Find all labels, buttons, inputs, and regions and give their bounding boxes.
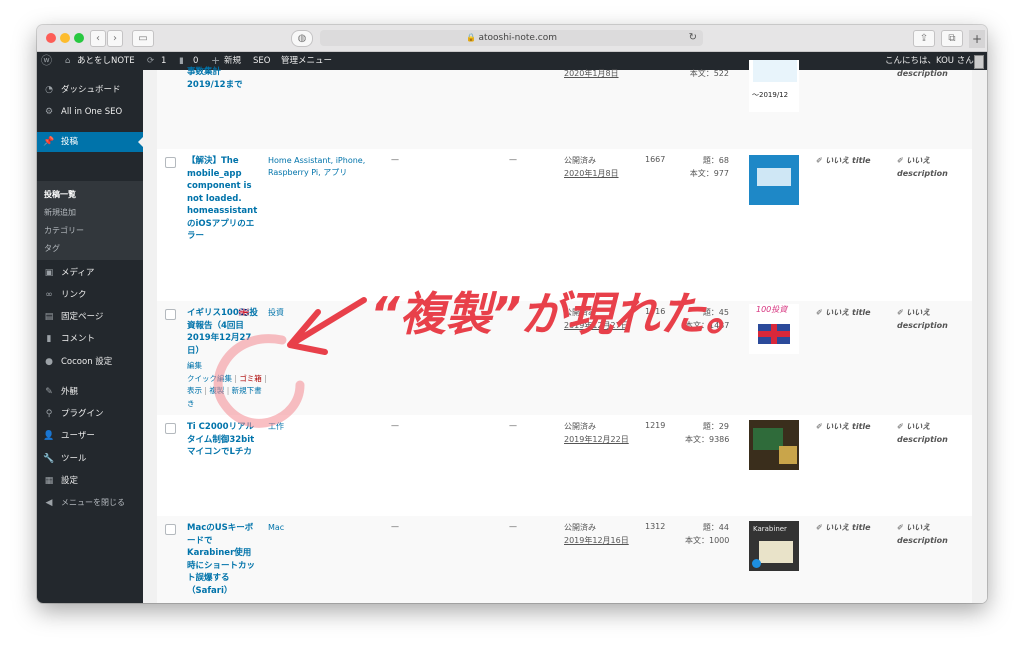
annotation-circle bbox=[213, 334, 305, 428]
annotation-arrow bbox=[287, 297, 367, 355]
annotation-text: “複製”が現れた。 bbox=[370, 287, 751, 341]
annotation-overlay: “複製”が現れた。 bbox=[213, 287, 751, 428]
